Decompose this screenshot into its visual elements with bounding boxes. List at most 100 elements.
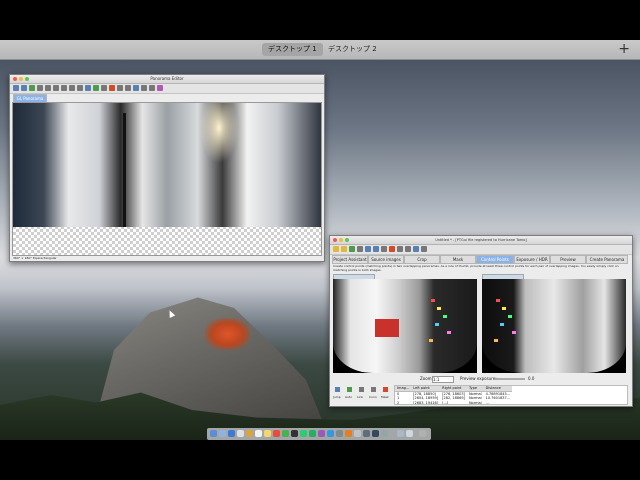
control-point-marker[interactable]: [443, 315, 447, 318]
control-point-marker[interactable]: [429, 339, 433, 342]
mask-button[interactable]: Mask: [381, 394, 389, 400]
tab-control-points[interactable]: Control Points: [476, 255, 514, 264]
calendar-icon[interactable]: [255, 430, 262, 437]
space-tab-desktop-1[interactable]: デスクトップ 1: [262, 43, 323, 56]
control-point-marker[interactable]: [494, 339, 498, 342]
mail-icon[interactable]: [237, 430, 244, 437]
downloads-stack-icon[interactable]: [397, 430, 404, 437]
link-icon: [359, 387, 364, 392]
redo-icon[interactable]: [373, 246, 379, 252]
grid-icon[interactable]: [141, 85, 147, 91]
notes-icon[interactable]: [264, 430, 271, 437]
window-title: Panorama Editor: [150, 76, 184, 81]
contacts-icon[interactable]: [246, 430, 253, 437]
move-icon[interactable]: [61, 85, 67, 91]
add-space-button[interactable]: +: [618, 40, 630, 59]
tab-exposure-hdr[interactable]: Exposure / HDR: [514, 255, 550, 264]
open-icon[interactable]: [341, 246, 347, 252]
undo-icon[interactable]: [13, 85, 19, 91]
exposure-slider[interactable]: [495, 378, 525, 380]
help-icon[interactable]: [413, 246, 419, 252]
messages-icon[interactable]: [300, 430, 307, 437]
documents-stack-icon[interactable]: [406, 430, 413, 437]
settings-icon[interactable]: [149, 85, 155, 91]
app-icon[interactable]: [381, 430, 388, 437]
show-all-icon[interactable]: [109, 85, 115, 91]
auto-button[interactable]: Auto: [345, 394, 352, 400]
mask-icon: [383, 387, 388, 392]
connect-button[interactable]: Conn: [369, 394, 377, 400]
control-point-marker[interactable]: [496, 299, 500, 302]
left-image-pane[interactable]: [333, 279, 477, 373]
options-icon[interactable]: [133, 85, 139, 91]
maps-icon[interactable]: [282, 430, 289, 437]
control-point-marker[interactable]: [512, 331, 516, 334]
hugin-icon[interactable]: [345, 430, 352, 437]
drag-icon[interactable]: [69, 85, 75, 91]
crop-icon[interactable]: [77, 85, 83, 91]
tab-crop[interactable]: Crop: [404, 255, 440, 264]
control-point-marker[interactable]: [447, 331, 451, 334]
right-image-pane[interactable]: [482, 279, 626, 373]
safari-icon[interactable]: [228, 430, 235, 437]
overview-icon[interactable]: [93, 85, 99, 91]
app-store-icon[interactable]: [327, 430, 334, 437]
settings-icon[interactable]: [421, 246, 427, 252]
straighten-icon[interactable]: [53, 85, 59, 91]
tab-create-panorama[interactable]: Create Panorama: [586, 255, 628, 264]
control-point-marker[interactable]: [508, 315, 512, 318]
app-icon[interactable]: [363, 430, 370, 437]
control-point-marker[interactable]: [435, 323, 439, 326]
space-tab-desktop-2[interactable]: デスクトップ 2: [322, 43, 383, 56]
system-preferences-icon[interactable]: [336, 430, 343, 437]
optimize-icon[interactable]: [381, 246, 387, 252]
left-fisheye-image: [333, 279, 477, 373]
tab-project-assistant[interactable]: Project Assistant: [332, 255, 368, 264]
add-images-icon[interactable]: [357, 246, 363, 252]
finder-icon[interactable]: [210, 430, 217, 437]
reminders-icon[interactable]: [273, 430, 280, 437]
facetime-icon[interactable]: [309, 430, 316, 437]
jump-button[interactable]: Jump: [333, 394, 341, 400]
layout-icon[interactable]: [117, 85, 123, 91]
stitch-icon[interactable]: [389, 246, 395, 252]
link-button[interactable]: Link: [357, 394, 363, 400]
mask-tool-icon[interactable]: [125, 85, 131, 91]
tab-mask[interactable]: Mask: [440, 255, 476, 264]
control-point-marker[interactable]: [431, 299, 435, 302]
new-project-icon[interactable]: [333, 246, 339, 252]
projection-icon[interactable]: [101, 85, 107, 91]
table-cell: ...: [485, 400, 489, 405]
trash-icon[interactable]: [419, 430, 426, 437]
control-point-marker[interactable]: [437, 307, 441, 310]
action-buttons: Jump Auto Link Conn Mask: [333, 386, 393, 402]
preview-icon[interactable]: [29, 85, 35, 91]
tab-source-images[interactable]: Source images: [368, 255, 404, 264]
window-titlebar[interactable]: Panorama Editor: [10, 75, 324, 84]
undo-icon[interactable]: [365, 246, 371, 252]
color-icon[interactable]: [157, 85, 163, 91]
launchpad-icon[interactable]: [219, 430, 226, 437]
fit-icon[interactable]: [45, 85, 51, 91]
table-row[interactable]: 1 [2604, 18959] [282, 18869] Normal 10.7…: [395, 396, 512, 401]
save-icon[interactable]: [349, 246, 355, 252]
zoom-select[interactable]: 1:1: [432, 376, 454, 383]
control-point-marker[interactable]: [502, 307, 506, 310]
tab-preview[interactable]: Preview: [550, 255, 586, 264]
status-text: 360° × 180° Equirectangular: [13, 256, 57, 260]
control-point-marker[interactable]: [500, 323, 504, 326]
fast-preview-icon[interactable]: [405, 246, 411, 252]
photos-icon[interactable]: [291, 430, 298, 437]
table-row[interactable]: 2 [2683, 19416] [...] Normal ...: [395, 400, 512, 405]
app-icon[interactable]: [354, 430, 361, 437]
identify-icon[interactable]: [85, 85, 91, 91]
preview-icon[interactable]: [397, 246, 403, 252]
window-titlebar[interactable]: Untitled * - [PTGui file registered to H…: [330, 236, 632, 245]
column-header[interactable]: Imag...: [395, 386, 412, 392]
redo-icon[interactable]: [21, 85, 27, 91]
itunes-icon[interactable]: [318, 430, 325, 437]
center-icon[interactable]: [37, 85, 43, 91]
table-cell: Normal: [468, 400, 482, 405]
panorama-canvas[interactable]: [12, 102, 322, 256]
terminal-icon[interactable]: [372, 430, 379, 437]
